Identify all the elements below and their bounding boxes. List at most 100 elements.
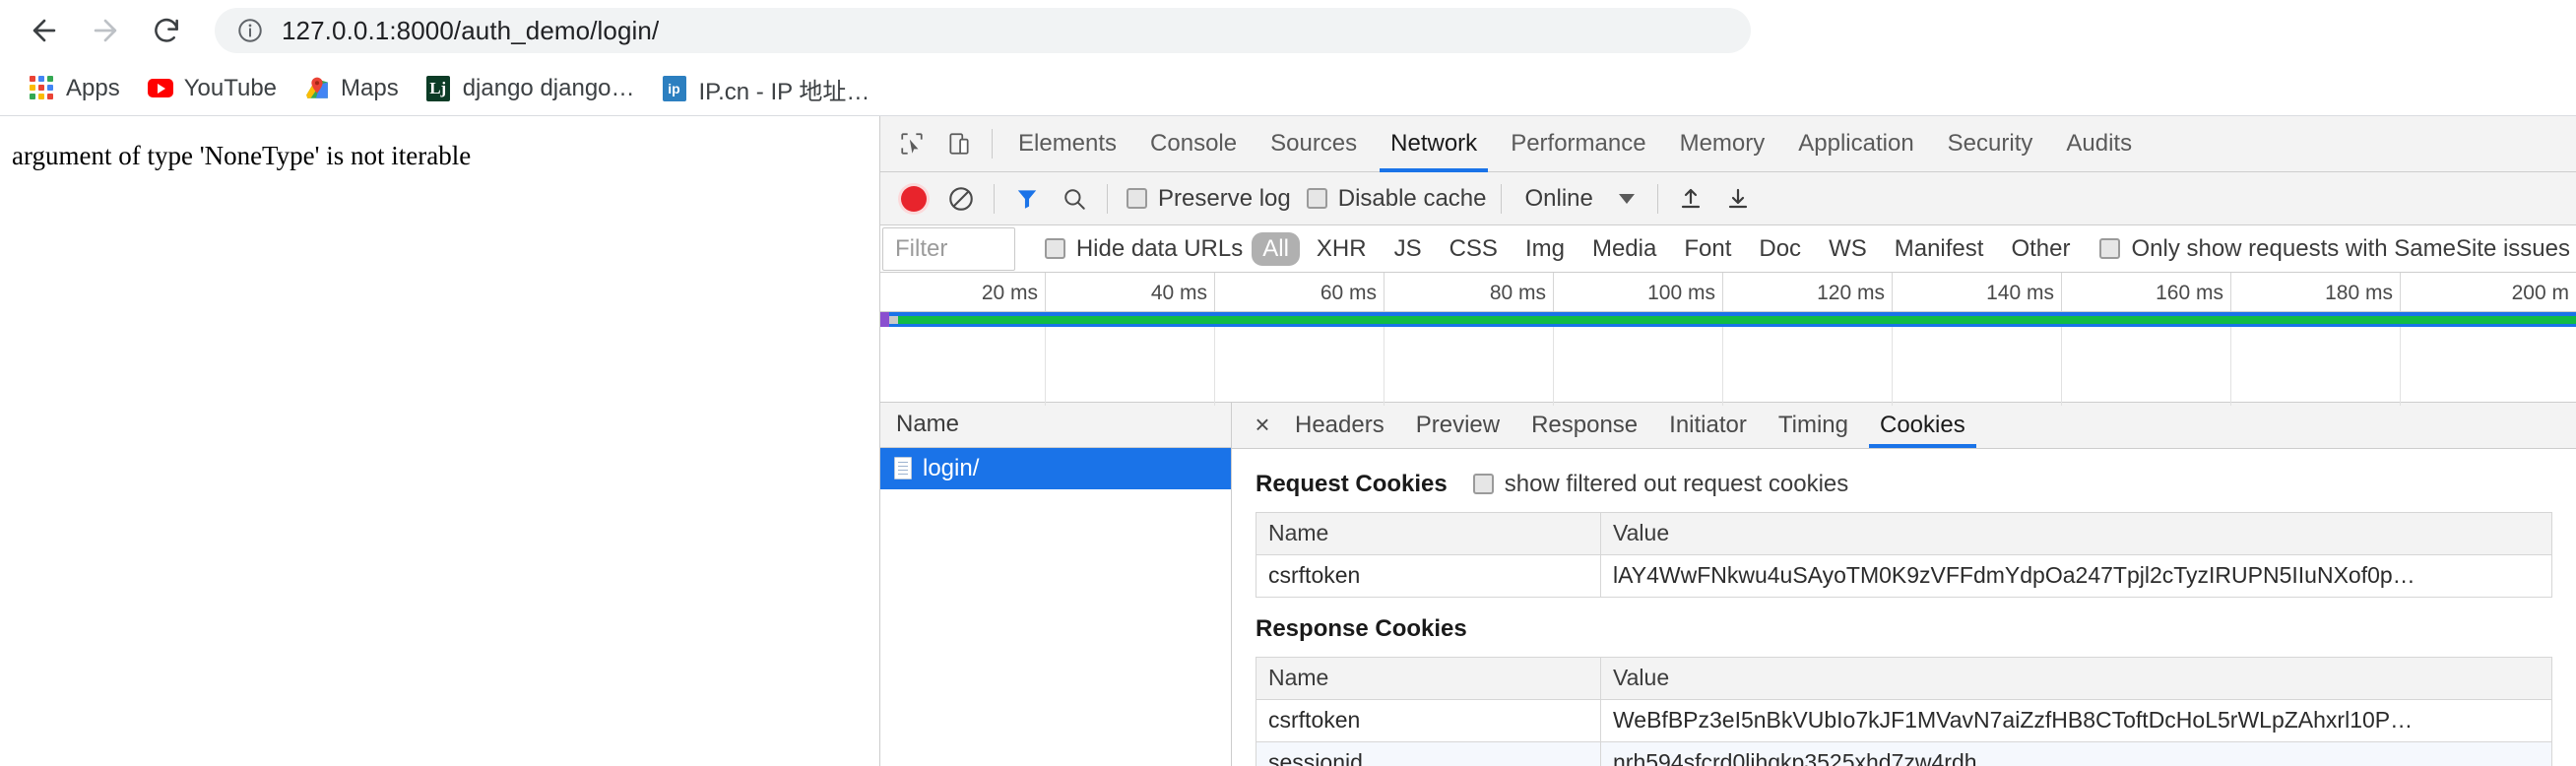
ipcn-favicon: ip	[662, 76, 688, 101]
timeline-tick: 140 ms	[1893, 273, 2062, 312]
tab-label: Response	[1531, 411, 1639, 438]
device-toolbar-button[interactable]	[937, 122, 981, 165]
address-bar[interactable]: 127.0.0.1:8000/auth_demo/login/	[215, 8, 1751, 53]
type-filter-label: WS	[1829, 234, 1867, 262]
cookie-value: WeBfBPz3eI5nBkVUbIo7kJF1MVavN7aiZzfHB8CT…	[1600, 698, 2552, 742]
type-filter-doc[interactable]: Doc	[1748, 232, 1812, 266]
type-filter-other[interactable]: Other	[2000, 232, 2081, 266]
column-header-name[interactable]: Name	[1256, 511, 1601, 555]
back-button[interactable]	[14, 0, 75, 61]
timeline-tick: 20 ms	[880, 273, 1046, 312]
forward-button[interactable]	[75, 0, 136, 61]
detail-tab-response[interactable]: Response	[1515, 402, 1653, 448]
samesite-issues-checkbox[interactable]: Only show requests with SameSite issues	[2099, 235, 2570, 263]
type-filter-manifest[interactable]: Manifest	[1884, 232, 1995, 266]
column-header-value[interactable]: Value	[1600, 656, 2552, 700]
request-list-column-header[interactable]: Name	[880, 402, 1231, 448]
tab-sources[interactable]: Sources	[1254, 116, 1374, 172]
device-toolbar-icon	[949, 133, 969, 155]
preserve-log-checkbox[interactable]: Preserve log	[1127, 185, 1291, 213]
column-header-name[interactable]: Name	[1256, 656, 1601, 700]
bookmark-apps[interactable]: Apps	[18, 67, 132, 110]
import-har-button[interactable]	[1669, 177, 1712, 221]
overview-green-bar	[888, 316, 2576, 325]
detail-tab-headers[interactable]: Headers	[1279, 402, 1400, 448]
arrow-left-icon	[32, 19, 56, 42]
type-filter-ws[interactable]: WS	[1818, 232, 1878, 266]
bookmark-maps[interactable]: Maps	[292, 67, 411, 110]
detail-tab-initiator[interactable]: Initiator	[1653, 402, 1763, 448]
bookmark-django[interactable]: Lj django django…	[415, 67, 647, 110]
timeline-tick: 100 ms	[1554, 273, 1723, 312]
timeline-tick: 200 m	[2511, 282, 2569, 304]
cookie-value: nrh594sfcrd0lihqkp3525xhd7zw4rdh	[1600, 740, 2552, 766]
detail-tab-preview[interactable]: Preview	[1400, 402, 1515, 448]
type-filter-css[interactable]: CSS	[1439, 232, 1509, 266]
detail-tab-timing[interactable]: Timing	[1763, 402, 1864, 448]
overview-purple-marker	[880, 312, 889, 329]
tab-audits[interactable]: Audits	[2049, 116, 2149, 172]
timeline-tick: 180 ms	[2231, 273, 2401, 312]
record-button-icon	[901, 185, 927, 212]
throttling-dropdown[interactable]: Online	[1524, 185, 1635, 213]
column-header-value[interactable]: Value	[1600, 511, 2552, 555]
browser-chrome: 127.0.0.1:8000/auth_demo/login/ Apps You…	[0, 0, 2576, 116]
hide-data-urls-checkbox[interactable]: Hide data URLs	[1044, 235, 1243, 263]
document-icon	[894, 457, 912, 480]
show-filtered-cookies-checkbox[interactable]: show filtered out request cookies	[1472, 471, 1848, 498]
network-toolbar: Preserve log Disable cache Online	[880, 172, 2576, 225]
type-filter-font[interactable]: Font	[1673, 232, 1742, 266]
request-list-pane: Name login/	[880, 402, 1232, 766]
record-button[interactable]	[892, 177, 935, 221]
tab-application[interactable]: Application	[1781, 116, 1930, 172]
type-filter-all[interactable]: All	[1252, 231, 1300, 266]
samesite-issues-label: Only show requests with SameSite issues	[2131, 234, 2570, 262]
timeline-tick: 60 ms	[1215, 273, 1385, 312]
reload-icon	[155, 18, 178, 42]
timeline-tick: 160 ms	[2062, 273, 2231, 312]
type-filter-xhr[interactable]: XHR	[1306, 232, 1378, 266]
close-icon[interactable]: ×	[1246, 410, 1279, 440]
timeline-tick: 40 ms	[1046, 273, 1215, 312]
disable-cache-checkbox[interactable]: Disable cache	[1306, 185, 1486, 213]
tab-elements[interactable]: Elements	[1001, 116, 1133, 172]
type-filter-img[interactable]: Img	[1514, 232, 1576, 266]
network-filter-bar: Filter Hide data URLs All XHR JS CSS Img…	[880, 225, 2576, 273]
filter-input[interactable]: Filter	[882, 226, 1015, 271]
inspect-element-button[interactable]	[890, 122, 934, 165]
tab-network[interactable]: Network	[1374, 116, 1494, 172]
tab-performance[interactable]: Performance	[1494, 116, 1662, 172]
table-row[interactable]: csrftoken lAY4WwFNkwu4uSAyoTM0K9zVFFdmYd…	[1256, 553, 2552, 598]
toolbar-separator	[992, 129, 993, 159]
detail-tab-cookies[interactable]: Cookies	[1864, 402, 1981, 449]
import-har-icon	[1681, 188, 1700, 208]
tab-security[interactable]: Security	[1931, 116, 2050, 172]
cookie-name: csrftoken	[1256, 698, 1601, 742]
reload-button[interactable]	[136, 0, 197, 61]
page-info-icon[interactable]	[236, 17, 264, 44]
type-filter-label: Font	[1684, 234, 1732, 262]
tab-memory[interactable]: Memory	[1663, 116, 1782, 172]
filter-button[interactable]	[1005, 177, 1049, 221]
type-filter-media[interactable]: Media	[1581, 232, 1667, 266]
tab-label: Timing	[1777, 411, 1848, 438]
toolbar-separator	[1656, 183, 1658, 214]
table-row[interactable]: sessionid nrh594sfcrd0lihqkp3525xhd7zw4r…	[1256, 740, 2552, 766]
network-overview-bars	[880, 312, 2576, 329]
request-row-login[interactable]: login/	[880, 447, 1231, 489]
type-filter-js[interactable]: JS	[1384, 232, 1433, 266]
request-cookies-title: Request Cookies	[1256, 470, 1448, 497]
bookmark-ipcn[interactable]: ip IP.cn - IP 地址…	[651, 67, 882, 110]
export-har-button[interactable]	[1716, 177, 1760, 221]
bookmark-youtube[interactable]: YouTube	[136, 67, 289, 110]
search-button[interactable]	[1053, 177, 1096, 221]
table-row[interactable]: csrftoken WeBfBPz3eI5nBkVUbIo7kJF1MVavN7…	[1256, 698, 2552, 742]
bookmarks-bar: Apps YouTube Maps Lj django django… ip I…	[0, 61, 2576, 116]
tab-label: Application	[1798, 130, 1914, 157]
preserve-log-label: Preserve log	[1158, 184, 1291, 212]
tab-console[interactable]: Console	[1133, 116, 1254, 172]
clear-button[interactable]	[939, 177, 983, 221]
apps-grid-icon	[30, 76, 55, 101]
request-detail-pane: × Headers Preview Response Initiator Tim…	[1232, 402, 2576, 766]
type-filter-label: Other	[2011, 234, 2071, 262]
